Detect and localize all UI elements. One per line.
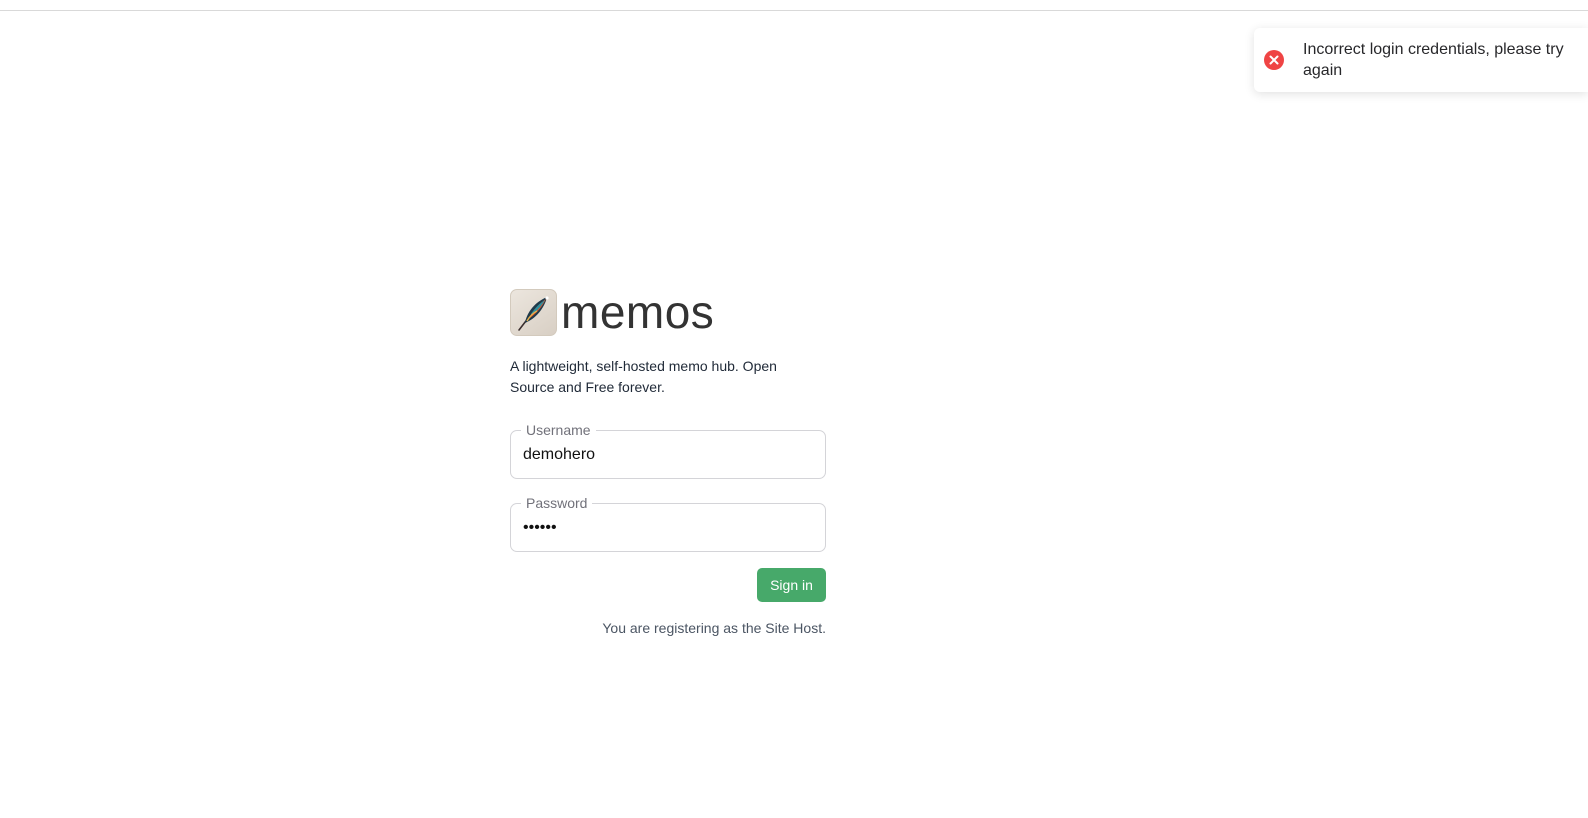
password-field[interactable]: Password: [510, 495, 826, 552]
form-actions: Sign in: [510, 568, 826, 602]
host-note: You are registering as the Site Host.: [602, 620, 826, 636]
sign-in-button[interactable]: Sign in: [757, 568, 826, 602]
brand-name: memos: [561, 286, 715, 338]
top-divider: [0, 10, 1588, 11]
username-label: Username: [521, 422, 596, 438]
username-input[interactable]: [523, 445, 813, 465]
login-panel: memos A lightweight, self-hosted memo hu…: [510, 288, 826, 636]
tagline: A lightweight, self-hosted memo hub. Ope…: [510, 358, 777, 395]
username-field[interactable]: Username: [510, 422, 826, 479]
feather-quill-icon: [510, 288, 557, 336]
password-label: Password: [521, 495, 593, 511]
error-toast: Incorrect login credentials, please try …: [1254, 28, 1588, 92]
password-input[interactable]: [523, 518, 813, 538]
error-circle-icon: [1264, 50, 1284, 70]
toast-message: Incorrect login credentials, please try …: [1303, 41, 1564, 79]
brand: memos: [510, 288, 826, 336]
